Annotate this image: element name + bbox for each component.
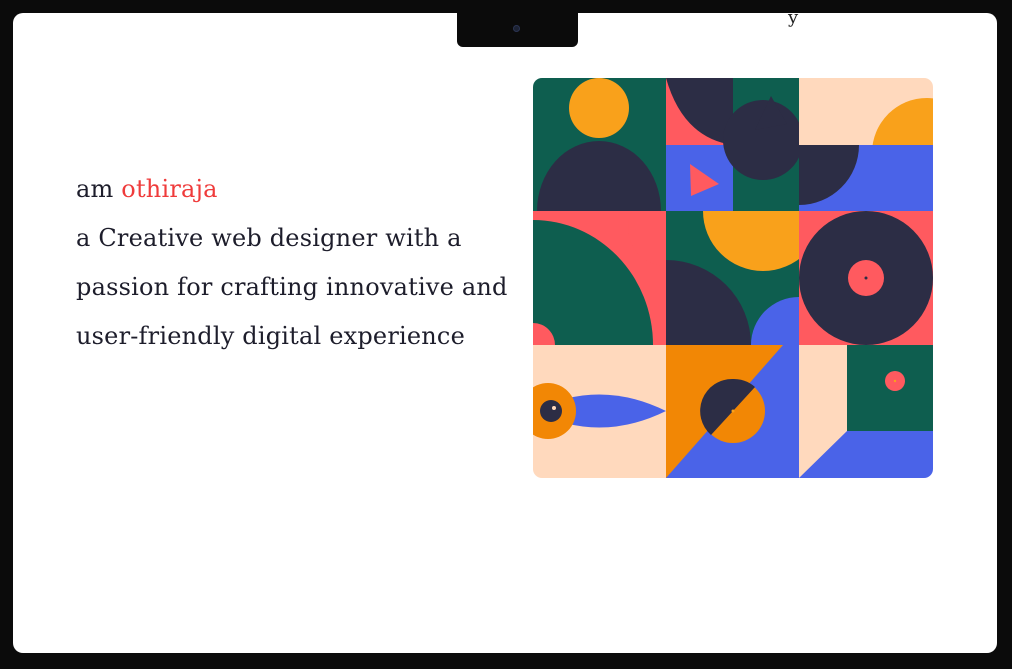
intro-line-2: a Creative web designer with a [76, 224, 462, 252]
tile-sun [799, 78, 933, 211]
tile-vinyl-record [799, 211, 933, 345]
author-name: othiraja [121, 175, 218, 203]
geometric-pattern-illustration [533, 78, 933, 478]
intro-prefix: am [76, 175, 122, 203]
camera-icon [513, 25, 520, 32]
screen: y am othiraja a Creative web designer wi… [13, 13, 997, 653]
clipped-header-text: y [788, 13, 799, 28]
hero-artwork [533, 78, 933, 478]
tile-window [799, 345, 933, 478]
laptop-frame: y am othiraja a Creative web designer wi… [0, 0, 1012, 669]
hero-intro: am othiraja a Creative web designer with… [76, 165, 508, 361]
tile-triangles [666, 78, 799, 211]
intro-line-1: am othiraja [76, 165, 506, 214]
intro-line-4: user-friendly digital experience [76, 322, 465, 350]
tile-eye [533, 345, 666, 478]
tile-split-disc [666, 345, 799, 478]
intro-line-3: passion for crafting innovative and [76, 273, 508, 301]
